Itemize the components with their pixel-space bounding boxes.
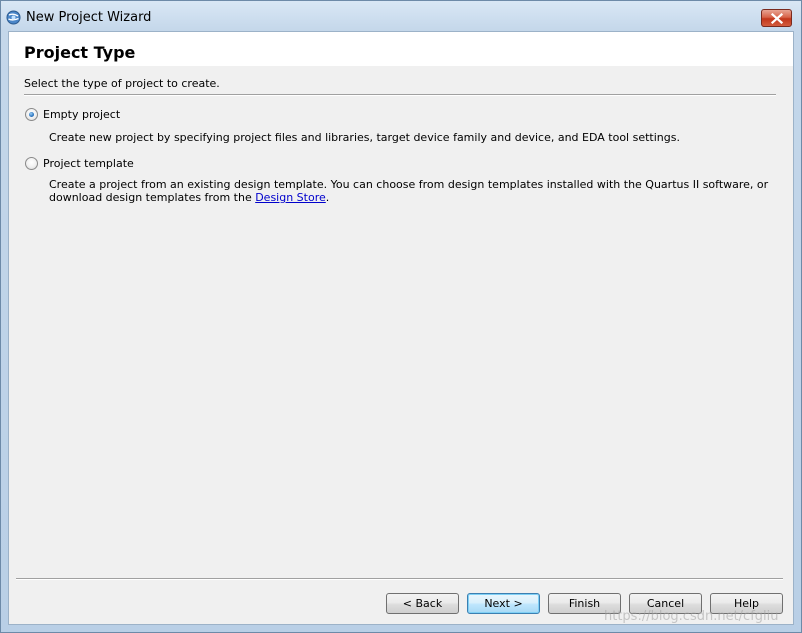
- back-button[interactable]: < Back: [386, 593, 459, 614]
- radio-label-empty-project[interactable]: Empty project: [43, 108, 120, 121]
- close-icon: [771, 13, 783, 24]
- wizard-window: New Project Wizard Project Type Select t…: [0, 0, 802, 633]
- next-button[interactable]: Next >: [467, 593, 540, 614]
- page-title: Project Type: [24, 43, 136, 62]
- quartus-globe-icon: [6, 10, 21, 25]
- window-title: New Project Wizard: [26, 10, 152, 25]
- footer-divider: [16, 578, 783, 580]
- template-description-text: Create a project from an existing design…: [49, 178, 769, 204]
- template-description-end: .: [325, 191, 330, 204]
- title-bar[interactable]: New Project Wizard: [1, 1, 801, 31]
- design-store-link[interactable]: Design Store: [255, 191, 326, 204]
- radio-empty-project[interactable]: Empty project: [25, 107, 120, 121]
- wizard-content: Project Type Select the type of project …: [8, 31, 794, 625]
- project-template-description: Create a project from an existing design…: [49, 178, 774, 204]
- watermark-text: https://blog.csdn.net/cfgliu: [604, 609, 779, 624]
- empty-project-description: Create new project by specifying project…: [49, 131, 680, 144]
- radio-label-project-template[interactable]: Project template: [43, 157, 134, 170]
- radio-button-unchecked[interactable]: [25, 156, 38, 170]
- header-divider: [24, 94, 776, 96]
- radio-project-template[interactable]: Project template: [25, 156, 134, 170]
- page-header: Project Type: [9, 32, 793, 66]
- radio-button-checked[interactable]: [25, 107, 38, 121]
- close-button[interactable]: [761, 9, 792, 27]
- instruction-text: Select the type of project to create.: [24, 77, 220, 90]
